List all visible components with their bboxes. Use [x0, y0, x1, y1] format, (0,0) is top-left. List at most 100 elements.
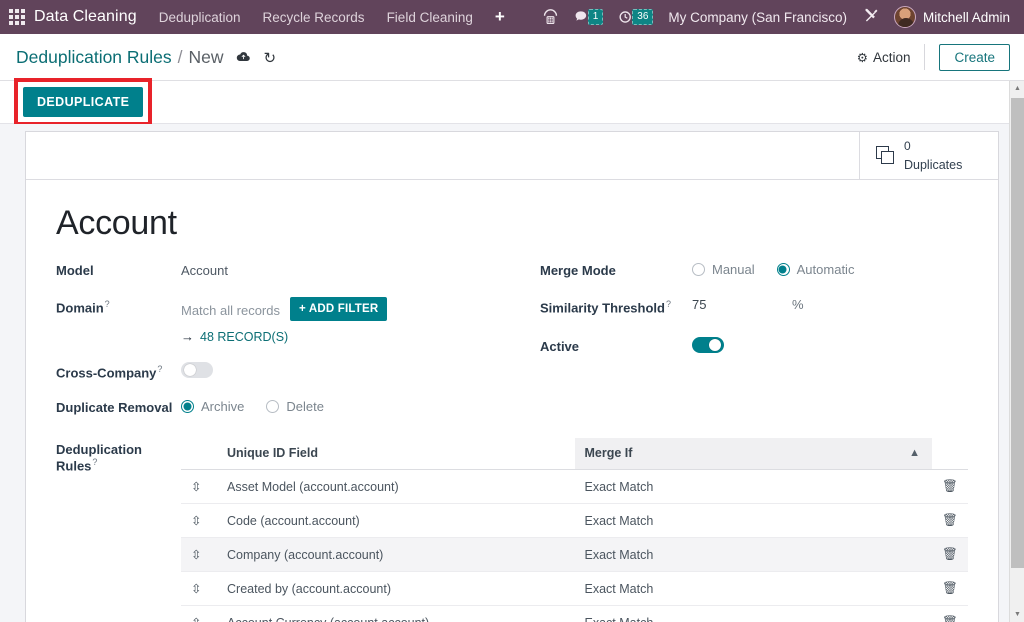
deduplication-rules-table: Unique ID Field Merge If ▲ ⇳ Asset Model… [181, 438, 968, 622]
radio-manual[interactable]: Manual [692, 262, 755, 277]
radio-delete[interactable]: Delete [266, 399, 324, 414]
company-switcher[interactable]: My Company (San Francisco) [668, 10, 847, 25]
gear-icon: ⚙ [856, 50, 868, 65]
user-menu[interactable]: Mitchell Admin [923, 10, 1010, 25]
action-menu-button[interactable]: ⚙ Action [857, 44, 926, 70]
deduplication-rules-section: Deduplication Rules? Unique ID Field Mer… [56, 438, 968, 622]
duplicates-stat-button[interactable]: 0 Duplicates [859, 132, 998, 179]
app-brand-name[interactable]: Data Cleaning [34, 8, 137, 26]
vertical-scrollbar[interactable]: ▲ ▼ [1009, 81, 1024, 622]
phone-dialpad-icon[interactable] [542, 8, 559, 26]
control-panel-actions: ⚙ Action Create [857, 43, 1024, 71]
radio-automatic[interactable]: Automatic [776, 262, 854, 277]
scrollbar-thumb[interactable] [1011, 98, 1024, 568]
field-model-value[interactable]: Account [181, 261, 228, 278]
field-duplicate-removal: Duplicate Removal Archive Delete [56, 398, 512, 420]
field-merge-mode-label: Merge Mode [540, 263, 616, 278]
cloud-save-icon[interactable] [236, 50, 251, 66]
tools-icon[interactable] [863, 7, 880, 27]
discard-undo-icon[interactable]: ↻ [264, 49, 277, 67]
cell-unique-id-field[interactable]: Account Currency (account.account) [217, 605, 575, 622]
create-button[interactable]: Create [939, 43, 1010, 71]
radio-archive[interactable]: Archive [181, 399, 244, 414]
cell-unique-id-field[interactable]: Company (account.account) [217, 537, 575, 572]
dedup-rules-help-icon[interactable]: ? [92, 457, 97, 467]
table-header-row: Unique ID Field Merge If ▲ [181, 438, 968, 470]
add-filter-button[interactable]: + ADD FILTER [289, 297, 388, 321]
action-menu-label: Action [872, 49, 911, 65]
cell-merge-if[interactable]: Exact Match [574, 469, 932, 504]
similarity-unit: % [792, 297, 804, 312]
field-cross-company: Cross-Company? [56, 362, 512, 384]
trash-icon[interactable]: 🗑 [932, 605, 968, 622]
drag-handle-icon[interactable]: ⇳ [181, 571, 217, 606]
table-row[interactable]: ⇳ Account Currency (account.account) Exa… [181, 605, 968, 622]
drag-handle-icon[interactable]: ⇳ [181, 503, 217, 538]
column-unique-id-field[interactable]: Unique ID Field [217, 438, 575, 470]
domain-help-icon[interactable]: ? [105, 299, 110, 309]
apps-grid-icon[interactable] [9, 9, 25, 25]
stat-button-row: 0 Duplicates [26, 132, 998, 180]
navmenu-add-icon[interactable]: + [495, 7, 505, 27]
table-row[interactable]: ⇳ Code (account.account) Exact Match 🗑 [181, 503, 968, 538]
breadcrumb-parent[interactable]: Deduplication Rules [16, 47, 172, 68]
odoo-app-window: Data Cleaning Deduplication Recycle Reco… [0, 0, 1024, 622]
field-active: Active [540, 337, 968, 359]
table-row[interactable]: ⇳ Asset Model (account.account) Exact Ma… [181, 469, 968, 504]
duplicate-copy-icon [876, 146, 895, 165]
cross-company-help-icon[interactable]: ? [157, 364, 162, 374]
cell-merge-if[interactable]: Exact Match [574, 571, 932, 606]
field-duplicate-removal-label: Duplicate Removal [56, 400, 173, 415]
duplicates-label: Duplicates [904, 157, 963, 172]
form-background: 0 Duplicates Account Model Account Domai… [0, 124, 1024, 622]
active-toggle[interactable] [692, 337, 724, 353]
scroll-down-arrow[interactable]: ▼ [1010, 607, 1024, 622]
duplicate-removal-radio-group: Archive Delete [181, 398, 346, 414]
activities-counter[interactable]: 36 [618, 9, 654, 25]
avatar[interactable] [893, 6, 916, 28]
field-similarity-threshold: Similarity Threshold? 75 % [540, 297, 968, 319]
navmenu-deduplication[interactable]: Deduplication [159, 10, 241, 25]
deduplicate-button[interactable]: DEDUPLICATE [23, 87, 144, 117]
field-domain: Domain? Match all records + ADD FILTER →… [56, 297, 512, 344]
column-merge-if[interactable]: Merge If ▲ [574, 438, 932, 470]
drag-handle-icon[interactable]: ⇳ [181, 605, 217, 622]
table-row[interactable]: ⇳ Created by (account.account) Exact Mat… [181, 571, 968, 606]
cross-company-toggle[interactable] [181, 362, 213, 378]
radio-archive-dot [181, 400, 194, 413]
deduplicate-highlight-annotation: DEDUPLICATE [14, 78, 153, 126]
table-row[interactable]: ⇳ Company (account.account) Exact Match … [181, 537, 968, 572]
arrow-right-icon: → [181, 329, 194, 344]
trash-icon[interactable]: 🗑 [932, 503, 968, 538]
cell-unique-id-field[interactable]: Asset Model (account.account) [217, 469, 575, 504]
navmenu-field-cleaning[interactable]: Field Cleaning [387, 10, 473, 25]
cell-merge-if[interactable]: Exact Match [574, 537, 932, 572]
form-body: Account Model Account Domain? Match all … [26, 180, 998, 622]
statusbar: DEDUPLICATE [0, 78, 1024, 126]
trash-icon[interactable]: 🗑 [932, 469, 968, 504]
similarity-help-icon[interactable]: ? [666, 299, 671, 309]
trash-icon[interactable]: 🗑 [932, 571, 968, 606]
drag-handle-icon[interactable]: ⇳ [181, 537, 217, 572]
field-model-label: Model [56, 263, 94, 278]
drag-handle-icon[interactable]: ⇳ [181, 469, 217, 504]
column-handle [181, 438, 217, 470]
form-column-left: Model Account Domain? Match all records … [56, 261, 512, 434]
form-columns: Model Account Domain? Match all records … [56, 261, 968, 434]
similarity-threshold-input[interactable]: 75 [692, 297, 792, 312]
systray: 1 36 My Company (San Francisco) Mitchell… [542, 0, 1024, 34]
records-count-link[interactable]: → 48 RECORD(S) [181, 329, 387, 344]
field-model: Model Account [56, 261, 512, 283]
cell-unique-id-field[interactable]: Created by (account.account) [217, 571, 575, 606]
cell-merge-if[interactable]: Exact Match [574, 605, 932, 622]
navmenu-recycle-records[interactable]: Recycle Records [263, 10, 365, 25]
scroll-up-arrow[interactable]: ▲ [1010, 81, 1024, 96]
cell-unique-id-field[interactable]: Code (account.account) [217, 503, 575, 538]
page-title: Account [56, 204, 177, 242]
breadcrumb: Deduplication Rules / New ↻ [0, 47, 276, 68]
activities-badge: 36 [632, 9, 654, 25]
trash-icon[interactable]: 🗑 [932, 537, 968, 572]
field-merge-mode: Merge Mode Manual Automatic [540, 261, 968, 283]
cell-merge-if[interactable]: Exact Match [574, 503, 932, 538]
messages-counter[interactable]: 1 [574, 9, 604, 25]
